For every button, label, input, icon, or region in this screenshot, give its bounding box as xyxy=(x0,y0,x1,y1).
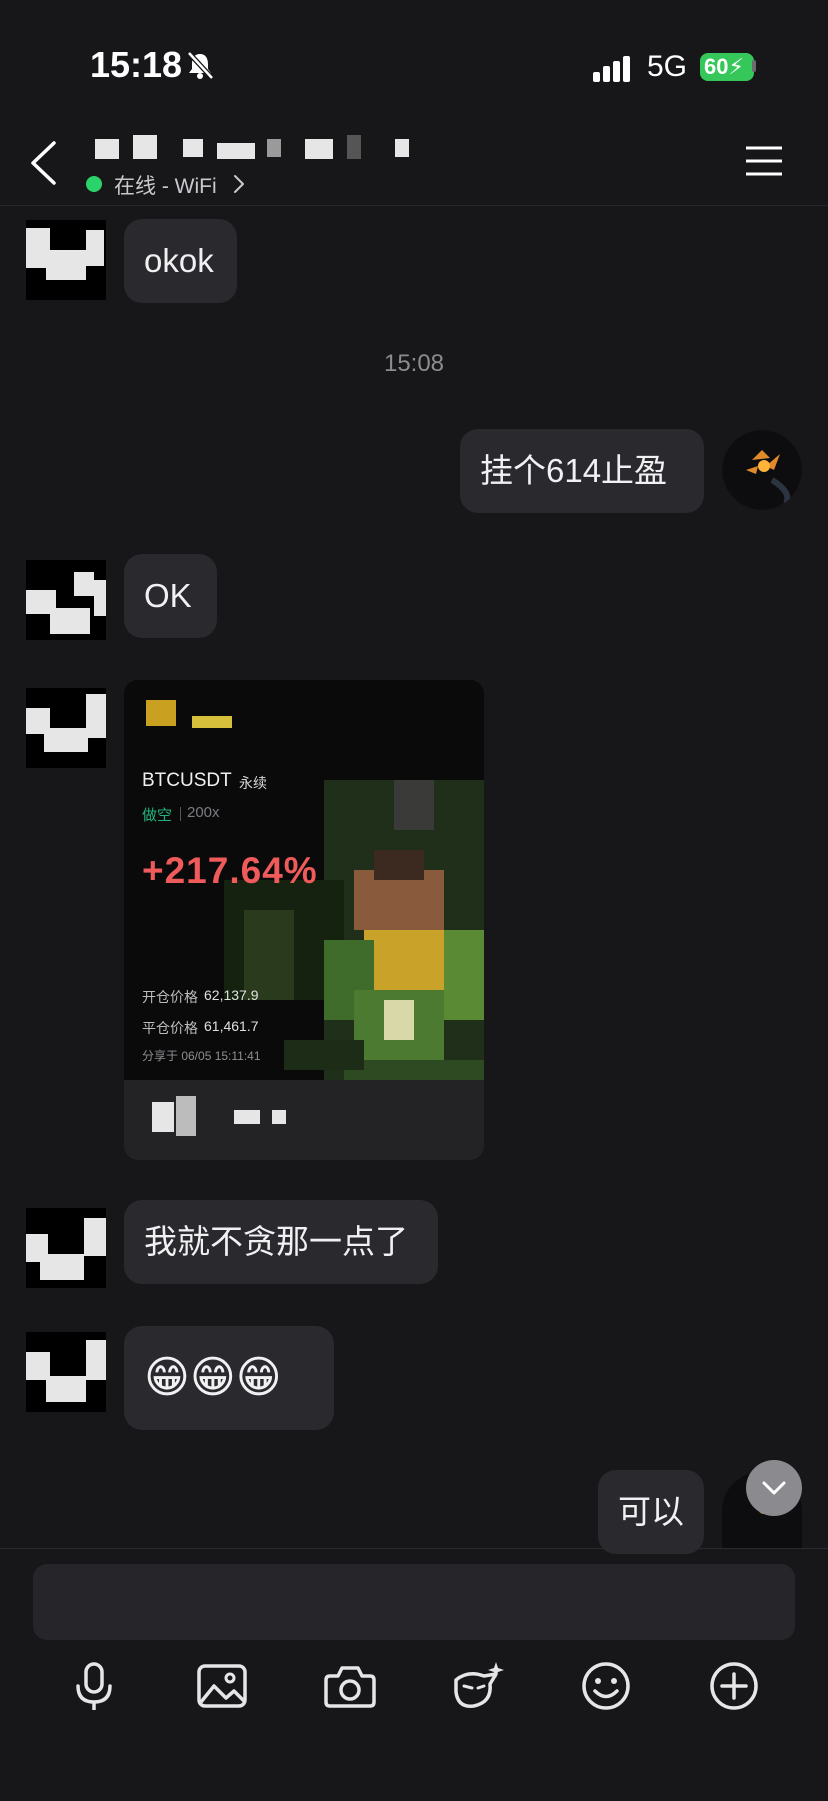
signal-icon xyxy=(593,56,630,82)
composer-divider xyxy=(0,1548,828,1549)
chevron-down-icon xyxy=(762,1481,786,1495)
message-bubble[interactable]: 挂个614止盈 xyxy=(460,429,704,513)
message-bubble[interactable]: okok xyxy=(124,219,237,303)
card-leverage: 200x xyxy=(187,804,220,821)
contact-name-redacted[interactable] xyxy=(95,135,415,165)
message-bubble[interactable]: 可以 xyxy=(598,1470,704,1554)
contact-avatar[interactable] xyxy=(26,560,106,640)
close-price-label: 平仓价格 xyxy=(142,1020,198,1036)
microphone-icon[interactable] xyxy=(66,1658,122,1714)
network-label: 5G xyxy=(647,50,688,83)
card-footer xyxy=(124,1080,484,1160)
charging-icon: ⚡ xyxy=(728,54,744,79)
header-divider xyxy=(0,205,828,206)
chevron-right-icon[interactable] xyxy=(233,174,245,194)
card-pair: BTCUSDT xyxy=(142,770,232,791)
message-bubble[interactable]: 我就不贪那一点了 xyxy=(124,1200,438,1284)
card-contract-type: 永续 xyxy=(239,775,267,791)
open-price-value: 62,137.9 xyxy=(204,987,259,1003)
trade-share-card[interactable]: BTCUSDT 永续 做空 200x +217.64% 开仓价格 62,137.… xyxy=(124,680,484,1160)
card-shared-time: 分享于 06/05 15:11:41 xyxy=(142,1049,261,1063)
image-icon[interactable] xyxy=(194,1658,250,1714)
card-pnl-percent: +217.64% xyxy=(142,850,318,891)
menu-icon[interactable] xyxy=(744,145,784,177)
exchange-logo xyxy=(146,700,176,726)
message-bubble[interactable]: 😁😁😁 xyxy=(124,1326,334,1430)
battery-indicator: 60⚡ xyxy=(700,53,754,81)
avatar-image xyxy=(723,431,801,509)
contact-avatar[interactable] xyxy=(26,688,106,768)
status-time: 15:18 xyxy=(90,44,183,85)
back-icon[interactable] xyxy=(28,140,60,186)
message-input[interactable] xyxy=(33,1564,795,1640)
scroll-to-bottom-button[interactable] xyxy=(746,1460,802,1516)
my-avatar[interactable] xyxy=(722,430,802,510)
timestamp-separator: 15:08 xyxy=(383,350,445,377)
online-status-text[interactable]: 在线 - WiFi xyxy=(114,170,217,200)
contact-avatar[interactable] xyxy=(26,1332,106,1412)
close-price-value: 61,461.7 xyxy=(204,1018,259,1034)
emoji-icon[interactable] xyxy=(578,1658,634,1714)
card-side: 做空 xyxy=(142,807,173,824)
plus-icon[interactable] xyxy=(706,1658,762,1714)
battery-tip xyxy=(752,60,756,72)
bell-muted-icon xyxy=(187,51,214,80)
camera-icon[interactable] xyxy=(322,1658,378,1714)
sticker-icon[interactable] xyxy=(450,1658,506,1714)
contact-avatar[interactable] xyxy=(26,220,106,300)
card-divider xyxy=(180,807,181,821)
open-price-label: 开仓价格 xyxy=(142,989,198,1005)
online-status-dot xyxy=(86,176,102,192)
contact-avatar[interactable] xyxy=(26,1208,106,1288)
battery-level: 60 xyxy=(704,54,729,79)
message-bubble[interactable]: OK xyxy=(124,554,217,638)
exchange-name-redacted xyxy=(192,716,232,728)
